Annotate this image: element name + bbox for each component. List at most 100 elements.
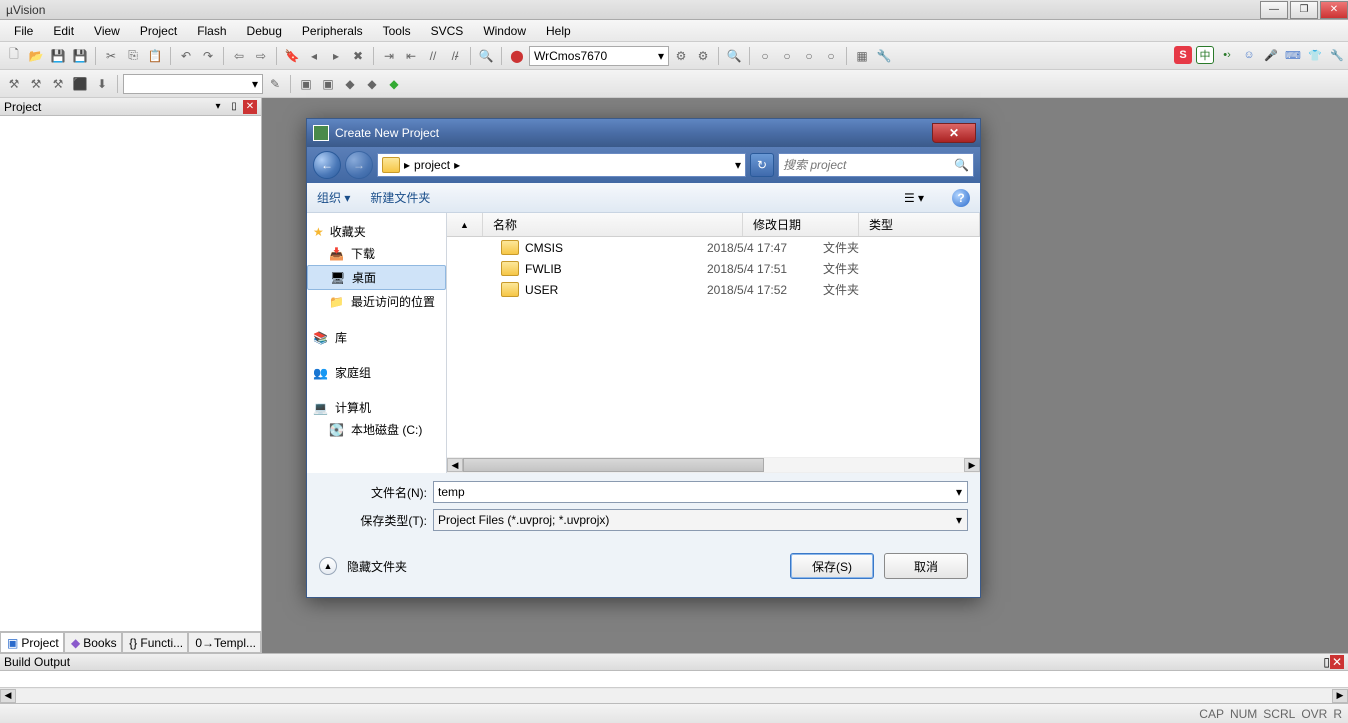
copy-icon[interactable]: ⎘ <box>123 46 143 66</box>
dot4-icon[interactable]: ○ <box>821 46 841 66</box>
hscroll-right-icon[interactable]: ▶ <box>1332 689 1348 703</box>
ime-skin-icon[interactable]: 👕 <box>1306 46 1324 64</box>
bo-pin-icon[interactable]: ▯ <box>1323 655 1330 669</box>
breadcrumb[interactable]: ▸ project ▸ ▾ <box>377 153 746 177</box>
bookmark-next-icon[interactable]: ▸ <box>326 46 346 66</box>
fscroll-thumb[interactable] <box>463 458 764 472</box>
bo-close-icon[interactable]: ✕ <box>1330 655 1344 669</box>
fscroll-left-icon[interactable]: ◀ <box>447 458 463 472</box>
search-box[interactable]: 🔍 <box>778 153 974 177</box>
menu-window[interactable]: Window <box>473 22 536 40</box>
tree-favorites[interactable]: ★收藏夹 <box>307 221 446 242</box>
menu-help[interactable]: Help <box>536 22 581 40</box>
new-file-icon[interactable]: 🗋 <box>4 46 24 66</box>
menu-file[interactable]: File <box>4 22 43 40</box>
project-tree[interactable] <box>0 116 261 631</box>
menu-debug[interactable]: Debug <box>237 22 292 40</box>
refresh-button[interactable]: ↻ <box>750 153 774 177</box>
nav-back-button[interactable]: ← <box>313 151 341 179</box>
menu-tools[interactable]: Tools <box>373 22 421 40</box>
magnify-icon[interactable]: 🔍 <box>724 46 744 66</box>
fscroll-right-icon[interactable]: ▶ <box>964 458 980 472</box>
maximize-button[interactable]: ❐ <box>1290 1 1318 19</box>
nav-fwd-icon[interactable]: ⇨ <box>251 46 271 66</box>
window-layout-icon[interactable]: ▦ <box>852 46 872 66</box>
dot3-icon[interactable]: ○ <box>799 46 819 66</box>
menu-flash[interactable]: Flash <box>187 22 236 40</box>
build-output-body[interactable] <box>0 671 1348 687</box>
file-row[interactable]: CMSIS 2018/5/4 17:47 文件夹 <box>447 237 980 258</box>
tree-drive-c[interactable]: 💽本地磁盘 (C:) <box>307 418 446 441</box>
dialog-titlebar[interactable]: Create New Project ✕ <box>307 119 980 147</box>
dot1-icon[interactable]: ○ <box>755 46 775 66</box>
config-icon[interactable]: 🔧 <box>874 46 894 66</box>
tb2-b-icon[interactable]: ▣ <box>318 74 338 94</box>
tree-recent[interactable]: 📁最近访问的位置 <box>307 290 446 313</box>
menu-project[interactable]: Project <box>130 22 187 40</box>
menu-view[interactable]: View <box>84 22 130 40</box>
tree-desktop[interactable]: 🖥桌面 <box>307 265 446 290</box>
nav-forward-button[interactable]: → <box>345 151 373 179</box>
minimize-button[interactable]: — <box>1260 1 1288 19</box>
tab-templates[interactable]: 0→Templ... <box>188 632 261 653</box>
view-options-button[interactable]: ☰ ▾ <box>896 188 932 208</box>
pane-close-icon[interactable]: ✕ <box>243 100 257 114</box>
tb2-c-icon[interactable]: ◆ <box>340 74 360 94</box>
filetype-select[interactable] <box>433 509 968 531</box>
bc-sep2[interactable]: ▸ <box>454 158 460 172</box>
undo-icon[interactable]: ↶ <box>176 46 196 66</box>
build-output-hscroll[interactable]: ◀ ▶ <box>0 687 1348 703</box>
cut-icon[interactable]: ✂ <box>101 46 121 66</box>
paste-icon[interactable]: 📋 <box>145 46 165 66</box>
bc-sep1[interactable]: ▸ <box>404 158 410 172</box>
dialog-close-button[interactable]: ✕ <box>932 123 976 143</box>
ime-tool-icon[interactable]: 🔧 <box>1328 46 1346 64</box>
filetype-dropdown-icon[interactable]: ▾ <box>956 513 962 527</box>
menu-edit[interactable]: Edit <box>43 22 84 40</box>
col-sort-indicator[interactable]: ▲ <box>447 213 483 236</box>
hscroll-left-icon[interactable]: ◀ <box>0 689 16 703</box>
tab-project[interactable]: ▣Project <box>0 632 64 653</box>
file-hscroll[interactable]: ◀ ▶ <box>447 457 980 473</box>
save-button[interactable]: 保存(S) <box>790 553 874 579</box>
file-row[interactable]: USER 2018/5/4 17:52 文件夹 <box>447 279 980 300</box>
tool-b-icon[interactable]: ⚙ <box>693 46 713 66</box>
save-all-icon[interactable]: 💾 <box>70 46 90 66</box>
new-folder-button[interactable]: 新建文件夹 <box>370 189 430 206</box>
find-icon[interactable]: 🔍 <box>476 46 496 66</box>
col-date[interactable]: 修改日期 <box>743 213 859 236</box>
dot2-icon[interactable]: ○ <box>777 46 797 66</box>
options-icon[interactable]: ✎ <box>265 74 285 94</box>
ime-face-icon[interactable]: ☺ <box>1240 46 1258 64</box>
tree-libraries[interactable]: 📚库 <box>307 327 446 348</box>
menu-peripherals[interactable]: Peripherals <box>292 22 373 40</box>
tool-a-icon[interactable]: ⚙ <box>671 46 691 66</box>
comment-icon[interactable]: // <box>423 46 443 66</box>
help-button[interactable]: ? <box>952 189 970 207</box>
col-name[interactable]: 名称 <box>483 213 743 236</box>
ime-logo-icon[interactable]: S <box>1174 46 1192 64</box>
filename-dropdown-icon[interactable]: ▾ <box>956 485 962 499</box>
rebuild-icon[interactable]: ⚒ <box>26 74 46 94</box>
close-button[interactable]: ✕ <box>1320 1 1348 19</box>
search-input[interactable] <box>783 158 954 172</box>
tb2-a-icon[interactable]: ▣ <box>296 74 316 94</box>
download-icon[interactable]: ⬇ <box>92 74 112 94</box>
tab-books[interactable]: ◆Books <box>64 632 122 653</box>
build-icon[interactable]: ⚒ <box>4 74 24 94</box>
ime-mic-icon[interactable]: 🎤 <box>1262 46 1280 64</box>
filename-input[interactable] <box>433 481 968 503</box>
indent-icon[interactable]: ⇥ <box>379 46 399 66</box>
bc-dropdown-icon[interactable]: ▾ <box>735 158 741 172</box>
redo-icon[interactable]: ↷ <box>198 46 218 66</box>
project-combo[interactable]: ▾ <box>123 74 263 94</box>
menu-svcs[interactable]: SVCS <box>421 22 474 40</box>
uncomment-icon[interactable]: // <box>445 46 465 66</box>
stop-build-icon[interactable]: ⬛ <box>70 74 90 94</box>
manage-rte-icon[interactable]: ◆ <box>384 74 404 94</box>
col-type[interactable]: 类型 <box>859 213 980 236</box>
hide-folders-label[interactable]: 隐藏文件夹 <box>347 558 407 575</box>
tb2-d-icon[interactable]: ◆ <box>362 74 382 94</box>
ime-lang-icon[interactable]: 中 <box>1196 46 1214 64</box>
tree-computer[interactable]: 💻计算机 <box>307 397 446 418</box>
